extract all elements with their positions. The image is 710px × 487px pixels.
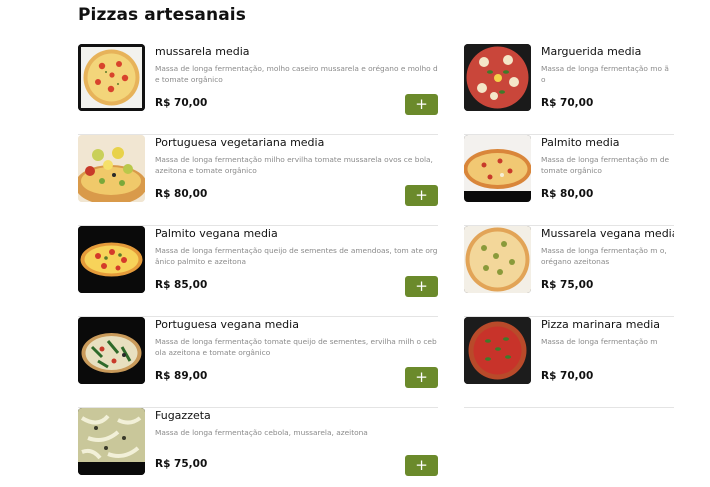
menu-item-card[interactable]: mussarela media Massa de longa fermentaç… xyxy=(78,44,438,135)
pizza-fugazzeta-image[interactable] xyxy=(78,408,145,475)
menu-item-description: Massa de longa fermentação m o, orégano … xyxy=(541,246,667,266)
menu-item-price: R$ 70,00 xyxy=(541,97,594,109)
add-to-cart-button[interactable]: + xyxy=(405,367,438,388)
menu-item-price: R$ 89,00 xyxy=(155,370,208,382)
pizza-mussarela-image[interactable] xyxy=(78,44,145,111)
pizza-marinara-image[interactable] xyxy=(464,317,531,384)
add-to-cart-button[interactable]: + xyxy=(405,94,438,115)
menu-item-card[interactable]: Mussarela vegana media Massa de longa fe… xyxy=(464,226,674,317)
menu-item-card[interactable]: Fugazzeta Massa de longa fermentação ceb… xyxy=(78,408,438,487)
menu-item-name[interactable]: mussarela media xyxy=(155,45,250,58)
menu-item-price: R$ 70,00 xyxy=(155,97,208,109)
menu-item-description: Massa de longa fermentação queijo de sem… xyxy=(155,246,438,266)
menu-item-card[interactable]: Palmito vegana media Massa de longa ferm… xyxy=(78,226,438,317)
menu-item-description: Massa de longa fermentação mo ão xyxy=(541,64,669,84)
menu-item-name[interactable]: Portuguesa vegetariana media xyxy=(155,136,324,149)
menu-item-card[interactable]: Palmito media Massa de longa fermentação… xyxy=(464,135,674,226)
menu-item-name[interactable]: Mussarela vegana media xyxy=(541,227,674,240)
menu-item-description: Massa de longa fermentação m de tomate o… xyxy=(541,155,670,175)
menu-item-price: R$ 80,00 xyxy=(155,188,208,200)
menu-item-name[interactable]: Palmito vegana media xyxy=(155,227,278,240)
menu-item-name[interactable]: Portuguesa vegana media xyxy=(155,318,299,331)
menu-column-left: mussarela media Massa de longa fermentaç… xyxy=(78,44,438,487)
menu-item-price: R$ 75,00 xyxy=(541,279,594,291)
add-to-cart-button[interactable]: + xyxy=(405,276,438,297)
menu-item-description: Massa de longa fermentação tomate queijo… xyxy=(155,337,437,357)
menu-item-card[interactable]: Portuguesa vegana media Massa de longa f… xyxy=(78,317,438,408)
pizza-portuguesa-vegana-image[interactable] xyxy=(78,317,145,384)
menu-item-description: Massa de longa fermentação m xyxy=(541,337,658,346)
pizza-marguerida-image[interactable] xyxy=(464,44,531,111)
pizza-portuguesa-vegetariana-image[interactable] xyxy=(78,135,145,202)
section-title: Pizzas artesanais xyxy=(78,5,246,25)
pizza-palmito-vegana-image[interactable] xyxy=(78,226,145,293)
menu-item-price: R$ 80,00 xyxy=(541,188,594,200)
menu-item-name[interactable]: Palmito media xyxy=(541,136,674,149)
menu-item-description: Massa de longa fermentação cebola, mussa… xyxy=(155,428,368,437)
menu-item-name[interactable]: Marguerida media xyxy=(541,45,674,58)
add-to-cart-button[interactable]: + xyxy=(405,185,438,206)
menu-item-card[interactable]: Portuguesa vegetariana media Massa de lo… xyxy=(78,135,438,226)
pizza-palmito-image[interactable] xyxy=(464,135,531,202)
add-to-cart-button[interactable]: + xyxy=(405,455,438,476)
menu-item-price: R$ 70,00 xyxy=(541,370,594,382)
menu-item-card[interactable]: Marguerida media Massa de longa fermenta… xyxy=(464,44,674,135)
menu-item-name[interactable]: Fugazzeta xyxy=(155,409,211,422)
menu-item-description: Massa de longa fermentação milho ervilha… xyxy=(155,155,433,175)
menu-item-name[interactable]: Pizza marinara media xyxy=(541,318,674,331)
menu-item-price: R$ 75,00 xyxy=(155,458,208,470)
menu-column-right: Marguerida media Massa de longa fermenta… xyxy=(464,44,674,408)
menu-item-card[interactable]: Pizza marinara media Massa de longa ferm… xyxy=(464,317,674,408)
pizza-mussarela-vegana-image[interactable] xyxy=(464,226,531,293)
menu-item-description: Massa de longa fermentação, molho caseir… xyxy=(155,64,438,84)
menu-item-price: R$ 85,00 xyxy=(155,279,208,291)
